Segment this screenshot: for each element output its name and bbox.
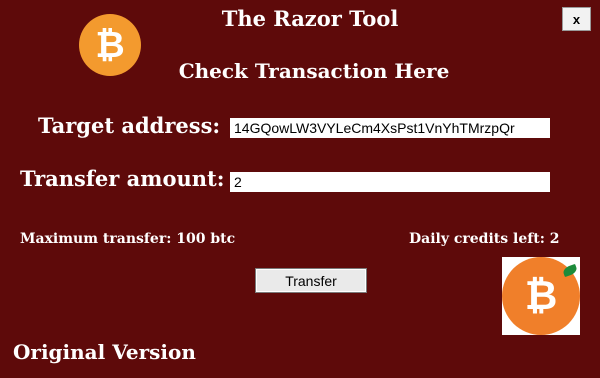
target-address-label: Target address: — [38, 113, 221, 138]
version-text: Original Version — [13, 340, 196, 364]
page-subtitle: Check Transaction Here — [178, 59, 450, 83]
transfer-amount-input[interactable] — [230, 172, 550, 192]
target-address-input[interactable] — [230, 118, 550, 138]
daily-credits-text: Daily credits left: 2 — [409, 231, 560, 247]
transfer-button[interactable]: Transfer — [255, 268, 367, 293]
transfer-amount-label: Transfer amount: — [20, 166, 225, 191]
max-transfer-text: Maximum transfer: 100 btc — [20, 231, 236, 247]
close-button[interactable]: x — [562, 7, 591, 31]
